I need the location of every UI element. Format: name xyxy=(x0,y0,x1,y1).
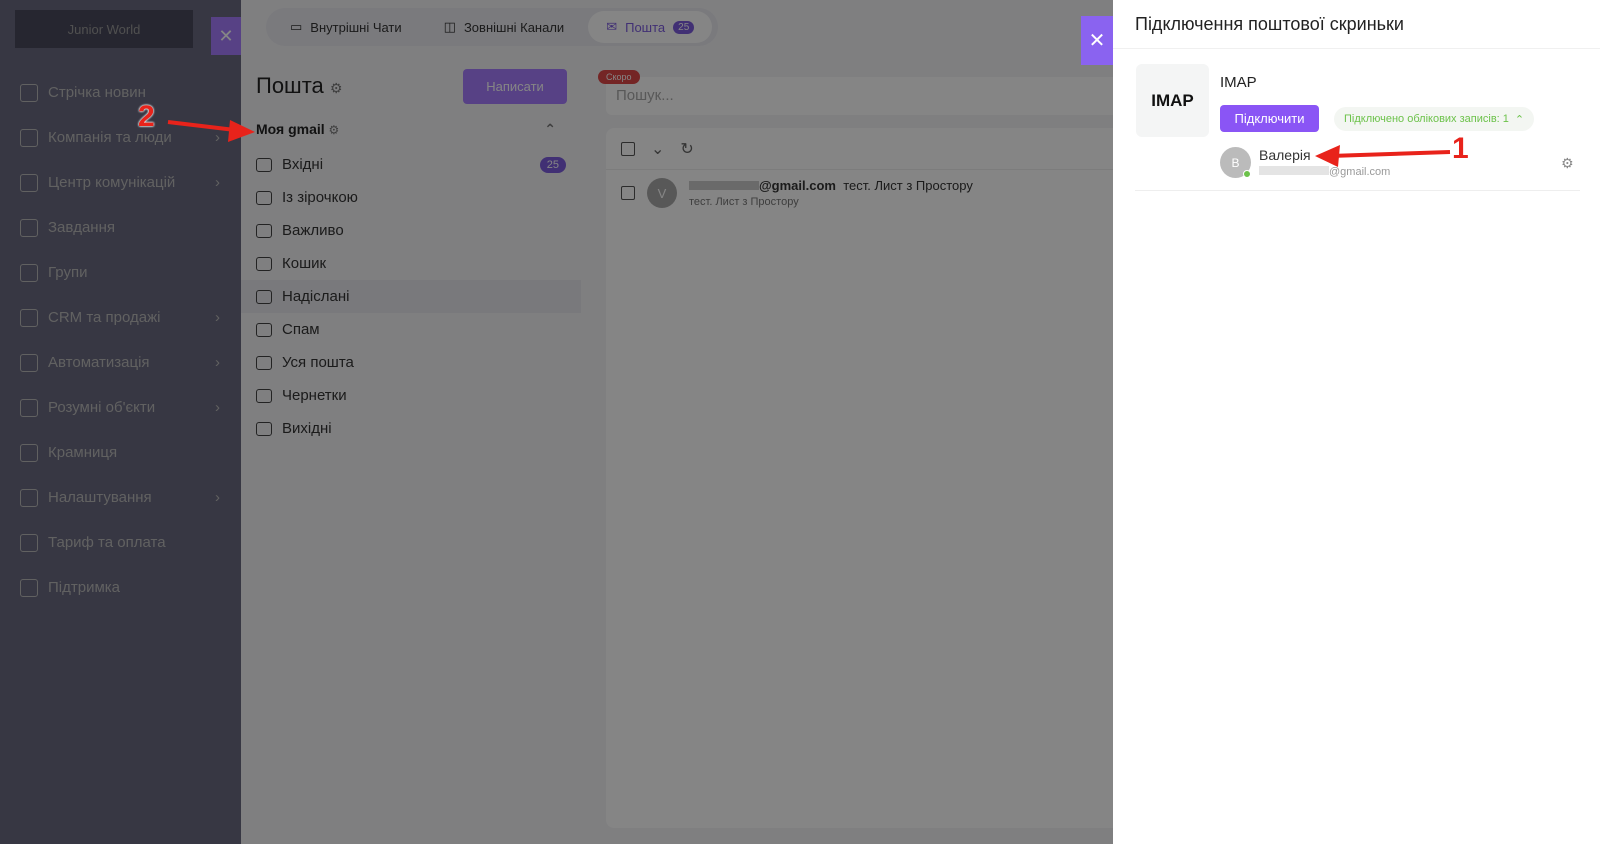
refresh-icon[interactable]: ↻ xyxy=(680,139,693,159)
account-header[interactable]: Моя gmail ⚙ ⌃ xyxy=(256,121,556,138)
connected-accounts-toggle[interactable]: Підключено облікових записів: 1 ⌃ xyxy=(1334,107,1535,131)
tab-external-channels[interactable]: ◫ Зовнішні Канали xyxy=(426,11,583,43)
nav-icon xyxy=(20,128,38,147)
panel-title: Підключення поштової скриньки xyxy=(1135,14,1404,34)
folder-icon xyxy=(256,388,272,403)
chevron-right-icon: › xyxy=(215,489,220,506)
chevron-right-icon: › xyxy=(215,174,220,191)
tab-mail[interactable]: ✉ Пошта 25 xyxy=(588,11,713,43)
folder-item[interactable]: Вхідні 25 xyxy=(256,148,566,181)
folder-panel: Пошта ⚙ Написати Моя gmail ⚙ ⌃ Вхідні 25 Із… xyxy=(241,55,581,844)
account-email: @gmail.com xyxy=(1259,166,1390,178)
select-all-checkbox[interactable] xyxy=(621,141,635,156)
nav-icon xyxy=(20,218,38,237)
nav-icon xyxy=(20,398,38,417)
tab-internal-chats[interactable]: ▭ Внутрішні Чати xyxy=(272,11,420,43)
folder-icon xyxy=(256,355,272,370)
chevron-right-icon: › xyxy=(215,129,220,146)
nav-icon xyxy=(20,488,38,507)
folder-item[interactable]: Надіслані xyxy=(241,280,581,313)
folder-icon xyxy=(256,256,272,271)
nav-icon xyxy=(20,83,38,102)
channels-icon: ◫ xyxy=(443,19,456,34)
sidebar-nav: Стрічка новин Компанія та люди › Центр кому… xyxy=(20,70,220,610)
soon-badge: Скоро xyxy=(598,70,640,84)
sidebar-item[interactable]: Автоматизація › xyxy=(20,340,220,385)
page-title: Пошта ⚙ xyxy=(256,73,343,98)
sidebar-item[interactable]: Розумні об'єкти › xyxy=(20,385,220,430)
chevron-right-icon: › xyxy=(215,354,220,371)
imap-logo: IMAP xyxy=(1136,64,1209,137)
sidebar-item[interactable]: Компанія та люди › xyxy=(20,115,220,160)
nav-icon xyxy=(20,353,38,372)
folder-icon xyxy=(256,157,272,172)
nav-icon xyxy=(20,533,38,552)
chevron-right-icon: › xyxy=(215,309,220,326)
connect-button[interactable]: Підключити xyxy=(1220,105,1319,132)
sidebar-item[interactable]: CRM та продажі › xyxy=(20,295,220,340)
chevron-up-icon: ⌃ xyxy=(1514,113,1525,126)
chevron-down-icon[interactable]: ⌄ xyxy=(651,139,664,159)
chevron-right-icon: › xyxy=(215,399,220,416)
mail-icon: ✉ xyxy=(606,19,618,34)
nav-icon xyxy=(20,173,38,192)
close-panel-button[interactable]: ✕ xyxy=(1081,16,1113,65)
gear-icon[interactable]: ⚙ xyxy=(329,123,340,137)
provider-name: IMAP xyxy=(1220,74,1257,91)
folder-item[interactable]: Важливо xyxy=(256,214,566,247)
connect-mailbox-panel: Підключення поштової скриньки IMAP IMAP … xyxy=(1113,0,1600,844)
sidebar-item[interactable]: Крамниця xyxy=(20,430,220,475)
chat-icon: ▭ xyxy=(290,19,303,34)
main: ▭ Внутрішні Чати ◫ Зовнішні Канали ✉ Пошта 2… xyxy=(241,0,1126,844)
folder-icon xyxy=(256,223,272,238)
tab-bar: ▭ Внутрішні Чати ◫ Зовнішні Канали ✉ Пошта 2… xyxy=(266,8,719,46)
avatar: V xyxy=(647,178,677,208)
sidebar: Junior World ✕ Стрічка новин Компанія та … xyxy=(0,0,241,844)
unread-count: 25 xyxy=(539,156,566,173)
message-box: ⌄ ↻ V @gmail.com тест. Лист з Простору те… xyxy=(606,128,1126,828)
logo: Junior World xyxy=(15,10,193,48)
message-row[interactable]: V @gmail.com тест. Лист з Простору тест.… xyxy=(606,170,1126,216)
folder-item[interactable]: Уся пошта xyxy=(256,346,566,379)
sidebar-item[interactable]: Центр комунікацій › xyxy=(20,160,220,205)
nav-icon xyxy=(20,578,38,597)
nav-icon xyxy=(20,308,38,327)
folder-list: Вхідні 25 Із зірочкою Важливо Кошик Надіслані… xyxy=(241,148,581,445)
message-list-area: Скоро Пошук... ⌄ ↻ V @gmail.com тест. Лис… xyxy=(586,55,1126,844)
account-settings-gear-icon[interactable]: ⚙ xyxy=(1561,155,1574,172)
close-sidebar-button[interactable]: ✕ xyxy=(211,17,241,55)
folder-item[interactable]: Чернетки xyxy=(256,379,566,412)
sidebar-item[interactable]: Тариф та оплата xyxy=(20,520,220,565)
folder-item[interactable]: Вихідні xyxy=(256,412,566,445)
folder-icon xyxy=(256,289,272,304)
sidebar-item[interactable]: Завдання xyxy=(20,205,220,250)
sidebar-item[interactable]: Підтримка xyxy=(20,565,220,610)
list-toolbar: ⌄ ↻ xyxy=(606,128,1126,170)
folder-item[interactable]: Спам xyxy=(256,313,566,346)
folder-icon xyxy=(256,190,272,205)
sidebar-item[interactable]: Налаштування › xyxy=(20,475,220,520)
folder-item[interactable]: Кошик xyxy=(256,247,566,280)
sidebar-item[interactable]: Стрічка новин xyxy=(20,70,220,115)
folder-icon xyxy=(256,421,272,436)
folder-item[interactable]: Із зірочкою xyxy=(256,181,566,214)
message-checkbox[interactable] xyxy=(621,186,635,200)
search-input[interactable]: Пошук... xyxy=(606,77,1126,115)
compose-button[interactable]: Написати xyxy=(463,69,567,104)
nav-icon xyxy=(20,263,38,282)
folder-icon xyxy=(256,322,272,337)
online-status-dot xyxy=(1243,170,1251,178)
sidebar-item[interactable]: Групи xyxy=(20,250,220,295)
nav-icon xyxy=(20,443,38,462)
chevron-up-icon[interactable]: ⌃ xyxy=(544,121,556,138)
tab-badge: 25 xyxy=(673,20,695,34)
gear-icon[interactable]: ⚙ xyxy=(330,80,343,96)
account-name: Валерія xyxy=(1259,147,1311,163)
